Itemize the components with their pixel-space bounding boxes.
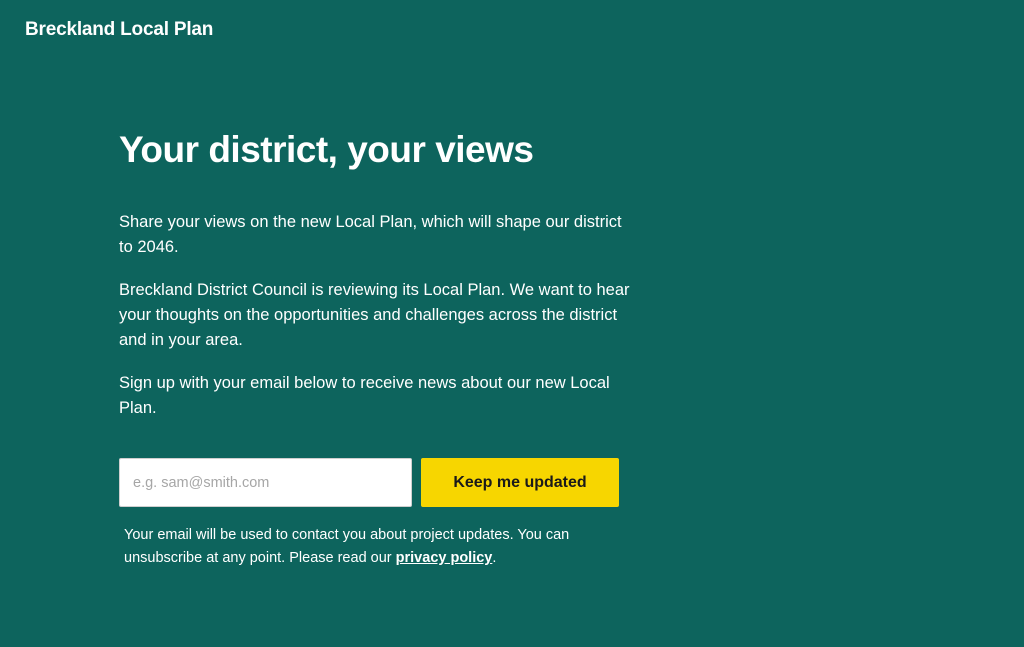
page-title: Your district, your views: [119, 129, 534, 170]
privacy-note-end: .: [492, 550, 497, 566]
intro-paragraph-2: Breckland District Council is reviewing …: [119, 281, 630, 349]
email-input[interactable]: [119, 458, 412, 507]
privacy-note-text: Your email will be used to contact you a…: [124, 527, 570, 566]
keep-me-updated-button[interactable]: Keep me updated: [421, 458, 619, 507]
intro-paragraph-1: Share your views on the new Local Plan, …: [119, 213, 622, 256]
privacy-policy-link[interactable]: privacy policy: [396, 550, 493, 566]
intro-paragraph-3: Sign up with your email below to receive…: [119, 374, 610, 417]
signup-form: Keep me updated: [119, 458, 619, 507]
intro-section: Your district, your views Share your vie…: [119, 128, 639, 421]
privacy-note: Your email will be used to contact you a…: [124, 524, 624, 570]
site-brand[interactable]: Breckland Local Plan: [25, 19, 213, 41]
